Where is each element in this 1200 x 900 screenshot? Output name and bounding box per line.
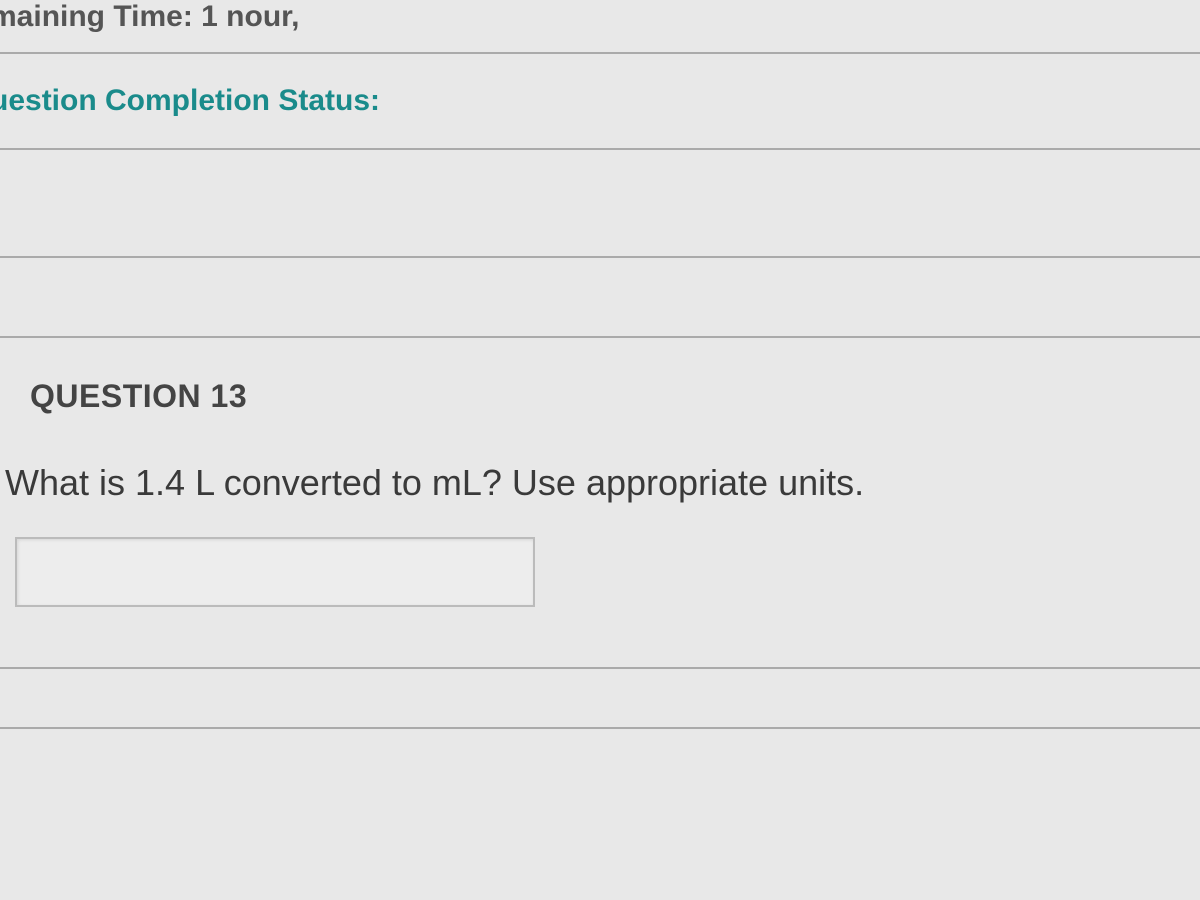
page-container: maining Time: 1 nour, uestion Completion… — [0, 0, 1200, 900]
question-block: QUESTION 13 What is 1.4 L converted to m… — [0, 338, 1200, 669]
bottom-spacer — [0, 669, 1200, 729]
completion-status-label: uestion Completion Status: — [0, 54, 1200, 148]
question-text: What is 1.4 L converted to mL? Use appro… — [5, 460, 1180, 507]
question-number: QUESTION 13 — [30, 378, 1180, 415]
status-bar-area — [0, 148, 1200, 258]
spacer-row — [0, 258, 1200, 338]
answer-input[interactable] — [15, 537, 535, 607]
remaining-time-label: maining Time: 1 nour, — [0, 0, 1200, 52]
